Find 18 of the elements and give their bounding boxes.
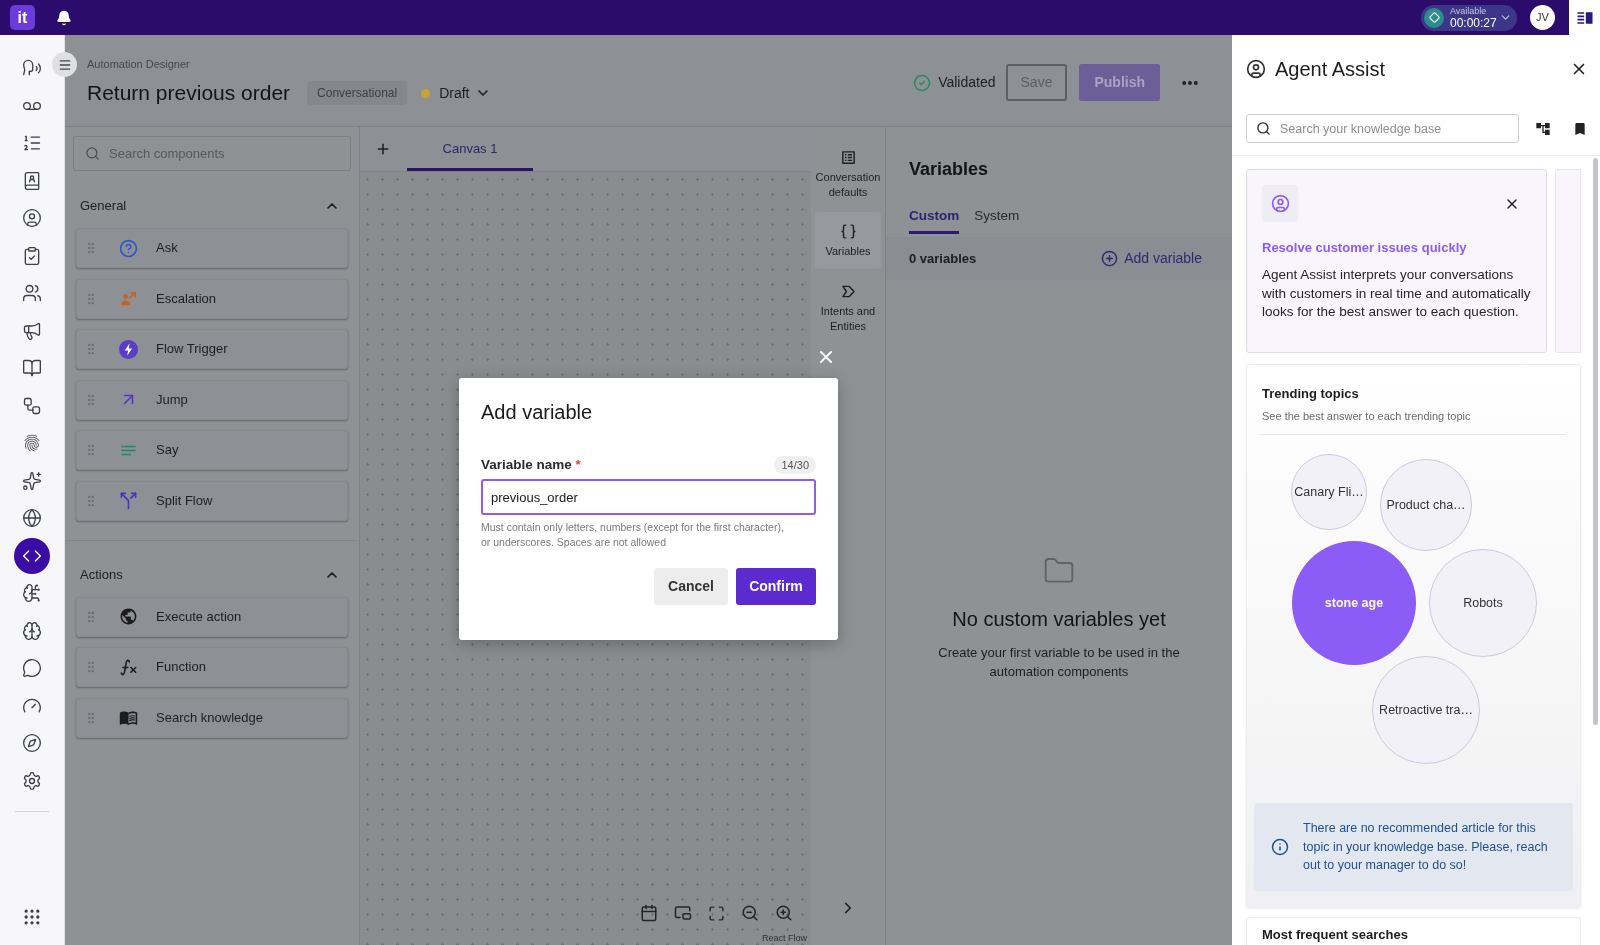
variable-count: 0 variables [909,249,977,268]
intro-title: Resolve customer issues quickly [1262,239,1468,257]
trending-subtitle: See the best answer to each trending topic [1261,409,1472,423]
panel-title: Agent Assist [1275,57,1386,81]
character-counter: 14/30 [774,456,816,474]
section-heading: Most frequent searches [1262,926,1409,944]
dialog-title: Add variable [481,400,594,425]
panel-title: Variables [908,158,990,181]
trending-title: Trending topics [1261,385,1360,403]
page-title: Return previous order [87,80,291,106]
empty-state-text: Create your first variable to be used in the automation components [937,644,1181,681]
type-badge: Conversational [307,81,408,105]
field-label: Variable name * [481,455,581,474]
intro-text: Agent Assist interprets your conversations with customers in real time and automatically looks for the best answer to each question. [1262,266,1532,321]
help-text: Must contain only letters, numbers (except for the first character), or underscores. Spaces are not allowed [481,520,785,550]
notice-text: There are no recommended article for this topic in your knowledge base. Please, reach out to your manager to do so! [1303,820,1549,875]
empty-state-title: No custom variables yet [952,607,1166,632]
validation-status: Validated [938,73,996,92]
